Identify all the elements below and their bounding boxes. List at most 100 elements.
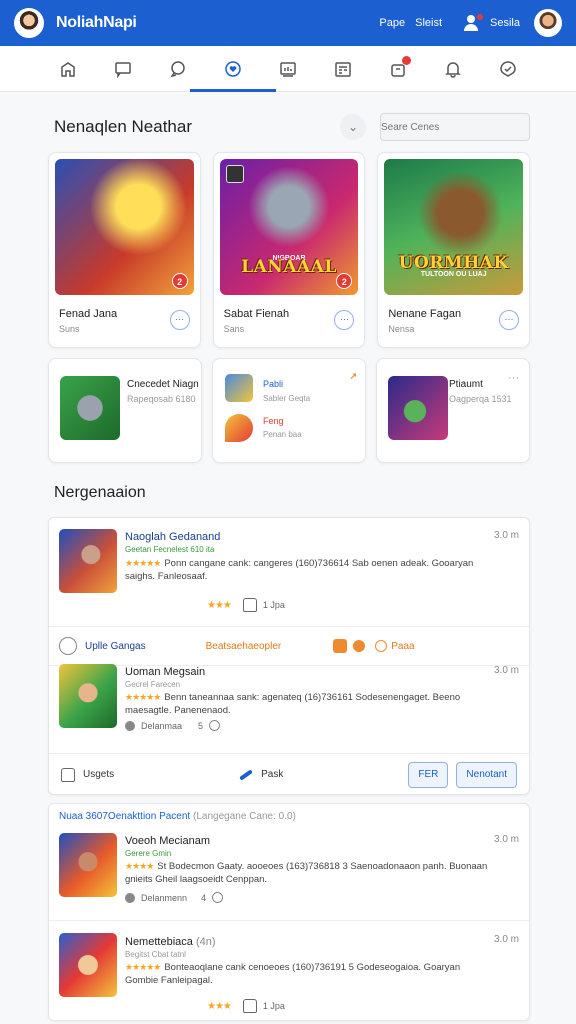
featured-card[interactable]: 2 Fenad Jana Suns ···: [48, 152, 201, 348]
game-icon: [225, 374, 253, 402]
featured-card[interactable]: NIGBOAR LANAAAL 2 Sabat Fienah Sans ···: [212, 152, 366, 348]
card-title: Fenad Jana: [59, 308, 118, 320]
game-logo: UORMHAK: [398, 253, 509, 273]
gift-icon[interactable]: [383, 46, 413, 92]
fer-button[interactable]: FER: [408, 761, 449, 788]
count-badge: 2: [336, 273, 353, 289]
more-options-button[interactable]: ···: [169, 310, 190, 330]
item-footer: ★★★ 1 Jpa: [207, 598, 285, 612]
item-title: Naoglah Gedanand: [125, 531, 221, 543]
more-options-button[interactable]: ···: [499, 310, 520, 330]
game-artwork: 2: [55, 159, 194, 295]
game-artwork: UORMHAK TULTOON OU LUAJ: [384, 159, 524, 295]
warning-icon: [333, 639, 348, 653]
like-count: 1 Jpa: [262, 1001, 285, 1011]
home-icon[interactable]: [53, 46, 83, 92]
more-options-button[interactable]: ···: [334, 310, 355, 330]
chat-icon[interactable]: [108, 46, 138, 92]
featured-cards: 2 Fenad Jana Suns ··· NIGBOAR LANAAAL 2 …: [48, 152, 531, 348]
account-avatar[interactable]: [534, 9, 562, 37]
mini-line-title: Feng: [263, 416, 284, 426]
nav-link-3[interactable]: Sesila: [490, 17, 520, 29]
alert-icon: [353, 640, 366, 652]
item-meta: Gerere Gmin: [125, 849, 172, 858]
mini-card[interactable]: Ptiaumt Oagperqa 1531 ···: [376, 358, 530, 463]
mini-line-title: Pabli: [263, 379, 284, 389]
badge-icon: [59, 637, 77, 655]
game-logo: LANAAAL: [241, 257, 337, 277]
divider: [49, 920, 529, 921]
mini-card-title: Cnecedet Niagn: [127, 379, 199, 390]
user-notification-icon[interactable]: [462, 14, 484, 32]
filter-icon[interactable]: ⌄: [340, 114, 366, 140]
game-thumbnail: [60, 376, 120, 440]
list-card: Nuaa 3607Oenakttion Pacent (Langegane Ca…: [48, 803, 530, 1021]
item-footer: Delanmenn 4: [125, 892, 224, 903]
mini-card-title: Ptiaumt: [449, 379, 483, 390]
primary-action-button[interactable]: Nenotant: [456, 761, 517, 788]
rating-stars: ★★★: [207, 1000, 232, 1012]
clock-icon: [209, 720, 221, 731]
search-input[interactable]: [380, 113, 530, 141]
card-subtitle: Suns: [59, 324, 80, 334]
game-logo-subtitle: TULTOON OU LUAJ: [420, 271, 487, 278]
item-meta: Geetan Fecnelest 610 ita: [125, 545, 215, 554]
like-action[interactable]: Usgets: [61, 767, 114, 782]
game-thumbnail: [59, 664, 117, 728]
mini-cards: Cnecedet Niagn Rapeqosab 6180 Pabli Sabl…: [48, 358, 530, 463]
media-icon[interactable]: [273, 46, 303, 92]
profile-avatar[interactable]: [14, 8, 44, 38]
nav-link-2[interactable]: Sleist: [415, 17, 442, 29]
clock-icon: [212, 892, 224, 903]
app-title: NoliahNapi: [56, 14, 137, 31]
settings-icon[interactable]: [493, 46, 523, 92]
rating-stars: ★★★★★: [125, 962, 161, 972]
card-subtitle: Sans: [223, 324, 245, 334]
item-meta: Begitst Cbat tatnl: [125, 950, 186, 959]
item-description: ★★★★★ Ponn cangane cank: cangeres (160)73…: [125, 558, 474, 582]
item-time: 3.0 m: [493, 934, 519, 945]
heart-icon[interactable]: [189, 46, 276, 92]
heart-icon: [225, 414, 253, 442]
mini-line-subtitle: Sabler Geqta: [263, 394, 311, 403]
game-thumbnail: [59, 933, 117, 997]
action-bar: Usgets Pask FER Nenotant: [49, 753, 529, 795]
item-time: 3.0 m: [493, 665, 519, 676]
item-time: 3.0 m: [493, 834, 519, 845]
item-time: 3.0 m: [493, 530, 519, 541]
mini-card[interactable]: Pabli Sabler Geqta Feng Penan baa ↗: [212, 358, 366, 463]
info-strip: Uplle Gangas Beatsaehaeopler Paaa: [49, 626, 529, 666]
card-title: Nenane Fagan: [388, 308, 462, 320]
game-icon: [225, 165, 244, 183]
more-options-button[interactable]: ···: [508, 372, 519, 384]
game-thumbnail: [388, 376, 448, 440]
trend-icon: ↗: [349, 371, 357, 381]
card-title: Sabat Fienah: [223, 308, 290, 320]
rating-stars: ★★★: [207, 599, 232, 611]
like-icon[interactable]: [242, 999, 257, 1013]
nav-link-1[interactable]: Pape: [379, 17, 405, 29]
like-icon[interactable]: [242, 598, 257, 612]
post-action[interactable]: Pask: [239, 768, 283, 781]
clock-icon: [375, 640, 388, 652]
comment-icon[interactable]: [163, 46, 193, 92]
item-count: 5: [198, 720, 204, 731]
featured-card[interactable]: UORMHAK TULTOON OU LUAJ Nenane Fagan Nen…: [377, 152, 531, 348]
item-description: ★★★★★ Benn taneannaa sank: agenateq (16)7…: [125, 692, 461, 716]
mini-card-subtitle: Oagperqa 1531: [449, 394, 512, 404]
item-title: Nemettebiaca (4n): [125, 936, 216, 948]
bell-icon[interactable]: [438, 46, 468, 92]
strip-label[interactable]: Uplle Gangas: [85, 641, 146, 652]
rating-stars: ★★★★: [125, 861, 154, 871]
card-header: Nuaa 3607Oenakttion Pacent (Langegane Ca…: [59, 811, 296, 822]
calendar-icon[interactable]: [328, 46, 358, 92]
game-thumbnail: [59, 529, 117, 593]
list-card: Naoglah Gedanand Geetan Fecnelest 610 it…: [48, 517, 530, 795]
item-title: Uoman Megsain: [125, 666, 206, 678]
mini-card[interactable]: Cnecedet Niagn Rapeqosab 6180: [48, 358, 202, 463]
item-description: ★★★★ St Bodecmon Gaaty. aooeoes (163)7368…: [125, 861, 488, 885]
mini-line-subtitle: Penan baa: [263, 430, 302, 439]
item-count: 4: [201, 892, 207, 903]
item-meta: Gecrel Farecen: [125, 680, 181, 689]
mini-card-subtitle: Rapeqosab 6180: [127, 394, 196, 404]
